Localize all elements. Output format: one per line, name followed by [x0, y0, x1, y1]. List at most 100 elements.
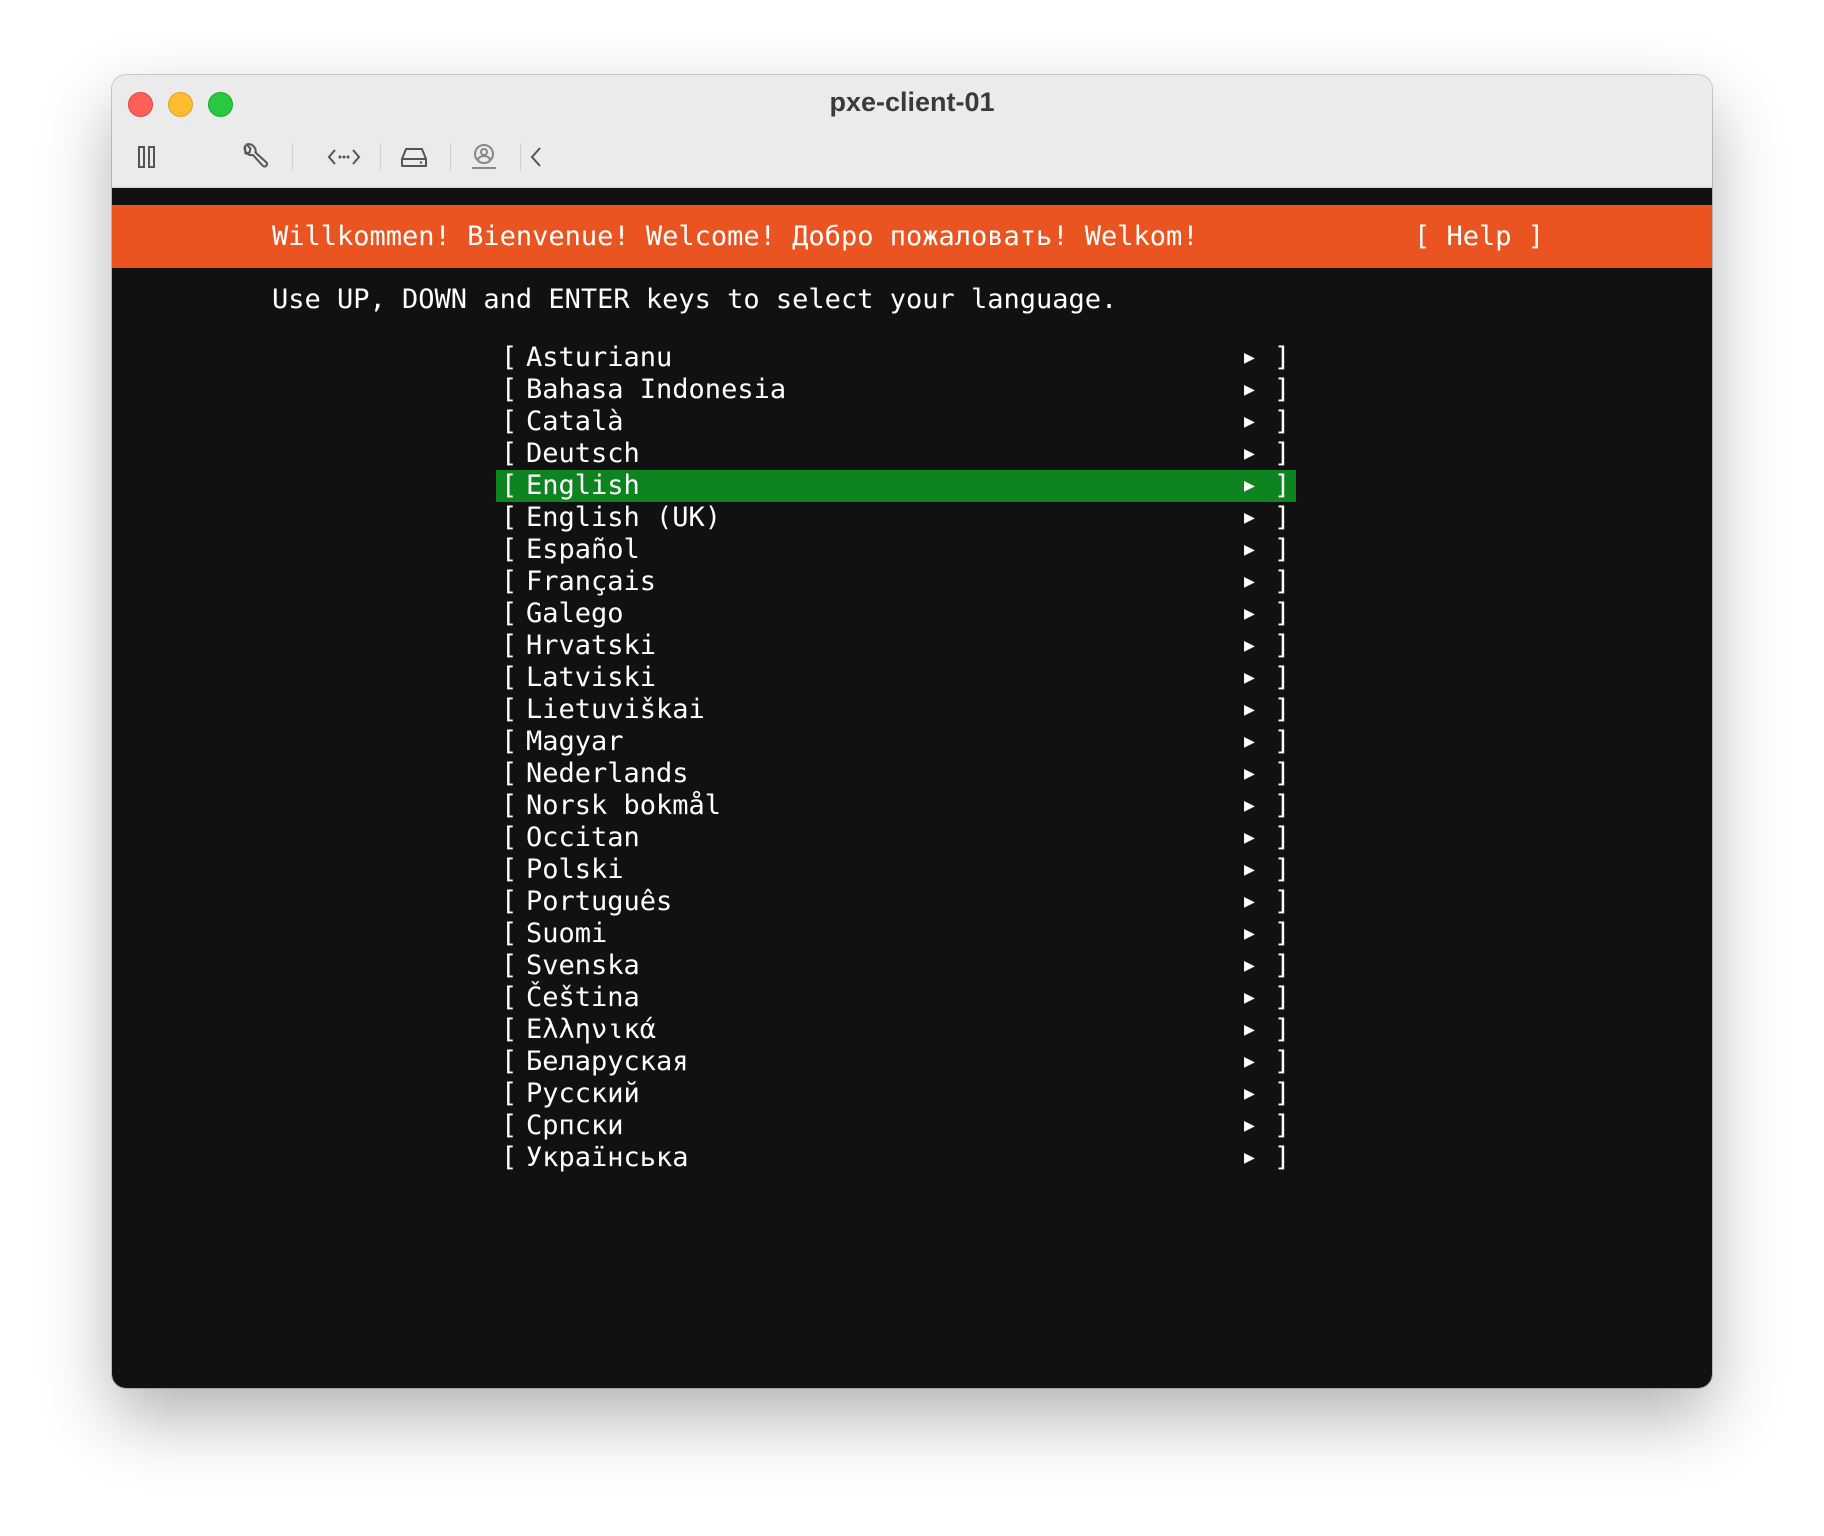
bracket-close: ] [1274, 854, 1291, 885]
language-label: English [526, 470, 640, 501]
language-label: Lietuviškai [526, 694, 705, 725]
window-title: pxe-client-01 [829, 87, 995, 117]
code-arrows-icon[interactable] [324, 137, 364, 177]
language-option[interactable]: [Magyar ▶] [496, 726, 1296, 758]
language-option[interactable]: [Occitan ▶] [496, 822, 1296, 854]
toolbar-separator [380, 143, 381, 171]
bracket-open: [ [501, 790, 518, 821]
bracket-close: ] [1274, 566, 1291, 597]
language-label: Asturianu [526, 342, 673, 373]
language-label: Беларуская [526, 1046, 689, 1077]
bracket-open: [ [501, 1142, 518, 1173]
arrow-right-icon: ▶ [1244, 955, 1255, 976]
language-option[interactable]: [Русский ▶] [496, 1078, 1296, 1110]
arrow-right-icon: ▶ [1244, 539, 1255, 560]
bracket-open: [ [501, 694, 518, 725]
arrow-right-icon: ▶ [1244, 347, 1255, 368]
bracket-open: [ [501, 406, 518, 437]
wrench-icon[interactable] [236, 137, 272, 177]
language-option[interactable]: [Français ▶] [496, 566, 1296, 598]
language-label: Українська [526, 1142, 689, 1173]
bracket-open: [ [501, 374, 518, 405]
language-label: Português [526, 886, 673, 917]
bracket-open: [ [501, 1014, 518, 1045]
language-option[interactable]: [Asturianu ▶] [496, 342, 1296, 374]
language-option[interactable]: [Беларуская ▶] [496, 1046, 1296, 1078]
language-option[interactable]: [Українська ▶] [496, 1142, 1296, 1174]
bracket-close: ] [1274, 406, 1291, 437]
pause-icon[interactable] [132, 137, 162, 177]
bracket-open: [ [501, 630, 518, 661]
arrow-right-icon: ▶ [1244, 443, 1255, 464]
bracket-open: [ [501, 566, 518, 597]
arrow-right-icon: ▶ [1244, 763, 1255, 784]
arrow-right-icon: ▶ [1244, 1147, 1255, 1168]
arrow-right-icon: ▶ [1244, 379, 1255, 400]
language-label: Čeština [526, 982, 640, 1013]
bracket-close: ] [1274, 662, 1291, 693]
arrow-right-icon: ▶ [1244, 667, 1255, 688]
welcome-banner-text: Willkommen! Bienvenue! Welcome! Добро по… [272, 221, 1199, 252]
language-option[interactable]: [English ▶] [496, 470, 1296, 502]
language-option[interactable]: [Polski ▶] [496, 854, 1296, 886]
language-option[interactable]: [Čeština ▶] [496, 982, 1296, 1014]
bracket-close: ] [1274, 598, 1291, 629]
bracket-close: ] [1274, 438, 1291, 469]
language-label: Српски [526, 1110, 624, 1141]
language-option[interactable]: [Nederlands ▶] [496, 758, 1296, 790]
language-option[interactable]: [Ελληνικά ▶] [496, 1014, 1296, 1046]
language-option[interactable]: [ Lietuviškai ▶] [496, 694, 1296, 726]
disk-icon[interactable] [396, 137, 432, 177]
bracket-open: [ [501, 502, 518, 533]
toolbar-separator [292, 143, 293, 171]
arrow-right-icon: ▶ [1244, 699, 1255, 720]
arrow-right-icon: ▶ [1244, 475, 1255, 496]
bracket-close: ] [1274, 694, 1291, 725]
language-option[interactable]: [Català ▶] [496, 406, 1296, 438]
language-option[interactable]: [Galego ▶] [496, 598, 1296, 630]
language-option[interactable]: [Bahasa Indonesia ▶] [496, 374, 1296, 406]
language-option[interactable]: [Português ▶] [496, 886, 1296, 918]
language-option[interactable]: [Svenska ▶] [496, 950, 1296, 982]
language-option[interactable]: [ Deutsch ▶] [496, 438, 1296, 470]
language-option[interactable]: [Hrvatski ▶] [496, 630, 1296, 662]
arrow-right-icon: ▶ [1244, 571, 1255, 592]
language-label: Ελληνικά [526, 1014, 657, 1045]
language-list: [Asturianu ▶] [Bahasa Indonesia ▶] [Català ▶]… [496, 342, 1296, 1174]
language-option[interactable]: [Suomi ▶] [496, 918, 1296, 950]
bracket-close: ] [1274, 1110, 1291, 1141]
title-bar: pxe-client-01 [112, 75, 1712, 188]
language-label: English (UK) [526, 502, 722, 533]
help-button[interactable]: [ Help ] [1414, 205, 1544, 268]
language-label: Deutsch [526, 438, 640, 469]
bracket-open: [ [501, 438, 518, 469]
arrow-right-icon: ▶ [1244, 859, 1255, 880]
bracket-close: ] [1274, 790, 1291, 821]
arrow-right-icon: ▶ [1244, 987, 1255, 1008]
arrow-right-icon: ▶ [1244, 603, 1255, 624]
vm-console-screen[interactable]: Willkommen! Bienvenue! Welcome! Добро по… [112, 188, 1712, 1388]
language-option[interactable]: [Српски ▶] [496, 1110, 1296, 1142]
language-option[interactable]: [Norsk bokmål ▶] [496, 790, 1296, 822]
user-icon[interactable] [466, 137, 502, 177]
language-label: Svenska [526, 950, 640, 981]
arrow-right-icon: ▶ [1244, 1051, 1255, 1072]
toolbar-separator [520, 143, 521, 171]
vm-window: pxe-client-01 Willkommen! Bienvenue! Wel… [112, 75, 1712, 1388]
bracket-open: [ [501, 1110, 518, 1141]
arrow-right-icon: ▶ [1244, 411, 1255, 432]
bracket-close: ] [1274, 726, 1291, 757]
language-option[interactable]: [Español ▶] [496, 534, 1296, 566]
bracket-open: [ [501, 886, 518, 917]
language-option[interactable]: [English (UK) ▶] [496, 502, 1296, 534]
language-option[interactable]: [Latviski ▶] [496, 662, 1296, 694]
bracket-open: [ [501, 534, 518, 565]
chevron-left-icon[interactable] [524, 137, 548, 177]
bracket-close: ] [1274, 886, 1291, 917]
arrow-right-icon: ▶ [1244, 731, 1255, 752]
bracket-open: [ [501, 598, 518, 629]
bracket-open: [ [501, 918, 518, 949]
language-label: Polski [526, 854, 624, 885]
language-label: Norsk bokmål [526, 790, 722, 821]
arrow-right-icon: ▶ [1244, 923, 1255, 944]
